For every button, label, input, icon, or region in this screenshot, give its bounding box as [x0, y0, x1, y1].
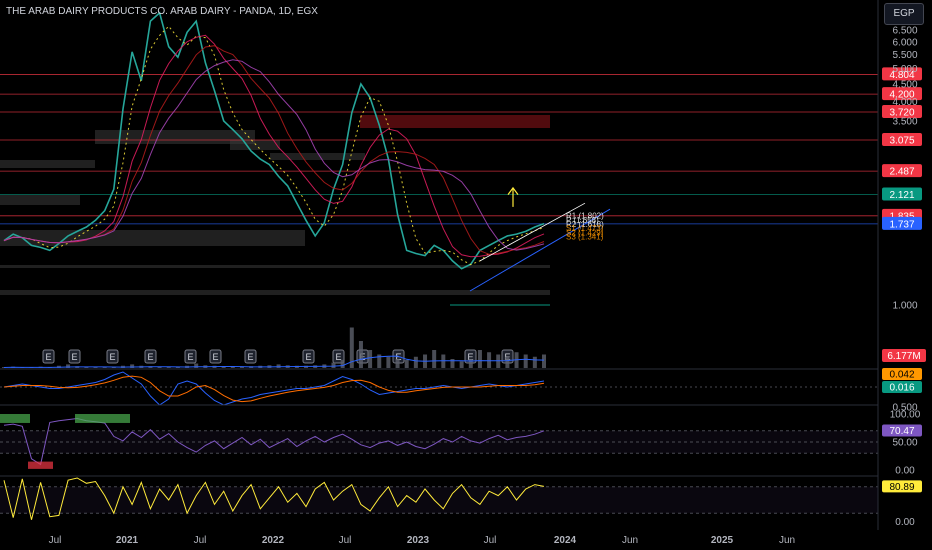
volume-bar [386, 356, 391, 368]
price-axis-tick: 6.000 [892, 37, 917, 48]
macd-signal-tag-label: 0.016 [889, 383, 914, 394]
stoch-band [0, 486, 878, 514]
rsi-tag: 70.47 [882, 424, 922, 437]
earnings-marker-label: E [71, 352, 77, 362]
volume-bar [505, 356, 510, 368]
time-axis-tick: Jun [779, 535, 795, 546]
volume-bar [331, 362, 336, 368]
volume-bar [468, 359, 473, 368]
time-axis-tick: Jul [194, 535, 207, 546]
time-axis-tick: Jul [49, 535, 62, 546]
price-level-tag: 3.075 [882, 132, 922, 146]
stoch-tag-label: 80.89 [889, 482, 914, 493]
pivot-label: S3 (1.341) [566, 233, 604, 242]
earnings-marker-label: E [305, 352, 311, 362]
price-level-tag: 1.737 [882, 216, 922, 230]
order-block [0, 290, 550, 295]
volume-bar [459, 361, 464, 368]
chart-canvas[interactable]: 4.8044.2003.7203.0752.4872.1211.8351.737… [0, 0, 932, 550]
macd-tag-label: 0.042 [889, 370, 914, 381]
earnings-marker-label: E [147, 352, 153, 362]
earnings-marker: E [144, 349, 157, 364]
rsi-overbought-fill [0, 414, 30, 423]
time-axis-tick: Jul [339, 535, 352, 546]
time-axis-tick: 2024 [554, 535, 577, 546]
price-level-tag-label: 2.121 [889, 190, 914, 201]
price-axis-tick: 4.500 [892, 80, 917, 91]
earnings-marker: E [209, 349, 222, 364]
earnings-marker: E [68, 349, 81, 364]
earnings-marker: E [42, 349, 55, 364]
time-axis-tick: Jul [484, 535, 497, 546]
earnings-marker: E [184, 349, 197, 364]
price-axis-tick: 5.000 [892, 64, 917, 75]
rsi-tag-label: 70.47 [889, 426, 914, 437]
price-axis-tick: 4.000 [892, 97, 917, 108]
rsi-overbought-fill [75, 414, 130, 423]
earnings-marker-label: E [212, 352, 218, 362]
volume-bar [368, 350, 373, 368]
rsi-oversold-fill [28, 461, 53, 469]
macd-signal-tag: 0.016 [882, 381, 922, 394]
price-level-tag-label: 2.487 [889, 167, 914, 178]
volume-tag: 6.177M [882, 349, 926, 362]
price-level-tag-label: 1.737 [889, 219, 914, 230]
volume-bar [404, 359, 409, 368]
macd-signal-line [3, 375, 545, 403]
earnings-marker-label: E [187, 352, 193, 362]
earnings-marker: E [106, 349, 119, 364]
time-axis-tick: Jun [622, 535, 638, 546]
supply-zone [360, 115, 550, 128]
order-block [270, 153, 365, 160]
volume-bar [358, 341, 363, 368]
volume-bar [523, 354, 528, 368]
rsi-axis-tick: 100.00 [890, 410, 921, 421]
rsi-axis-tick: 0.00 [895, 466, 915, 477]
rsi-axis-tick: 50.00 [892, 438, 917, 449]
volume-bar [487, 352, 492, 368]
earnings-marker-label: E [45, 352, 51, 362]
volume-bar [340, 359, 345, 368]
time-axis-tick: 2025 [711, 535, 734, 546]
price-level-tag: 2.121 [882, 187, 922, 201]
chart-title: THE ARAB DAIRY PRODUCTS CO. ARAB DAIRY -… [6, 6, 318, 17]
volume-bar [532, 356, 537, 368]
earnings-marker-label: E [109, 352, 115, 362]
price-axis-tick: 1.000 [892, 301, 917, 312]
order-block [0, 160, 95, 168]
earnings-marker: E [302, 349, 315, 364]
earnings-marker: E [244, 349, 257, 364]
time-axis-tick: 2021 [116, 535, 139, 546]
price-axis-tick: 6.500 [892, 26, 917, 37]
price-axis-tick: 5.500 [892, 50, 917, 61]
price-level-tag: 2.487 [882, 164, 922, 178]
time-axis-tick: 2022 [262, 535, 285, 546]
macd-line [3, 371, 545, 406]
volume-bar [395, 359, 400, 368]
stoch-axis-tick: 0.00 [895, 517, 915, 528]
price-level-tag-label: 3.075 [889, 135, 914, 146]
order-block [0, 230, 305, 246]
volume-bar [477, 350, 482, 368]
price-axis-tick: 3.500 [892, 116, 917, 127]
currency-button[interactable]: EGP [884, 3, 924, 25]
volume-bar [542, 354, 546, 368]
macd-tag: 0.042 [882, 368, 922, 381]
stoch-tag: 80.89 [882, 480, 922, 493]
earnings-marker-label: E [335, 352, 341, 362]
order-block [0, 195, 80, 205]
earnings-marker-label: E [247, 352, 253, 362]
order-block [230, 140, 280, 150]
volume-bar [413, 356, 418, 368]
time-axis-tick: 2023 [407, 535, 430, 546]
volume-bar [441, 354, 446, 368]
volume-bar [432, 350, 437, 368]
volume-tag-label: 6.177M [887, 351, 920, 362]
